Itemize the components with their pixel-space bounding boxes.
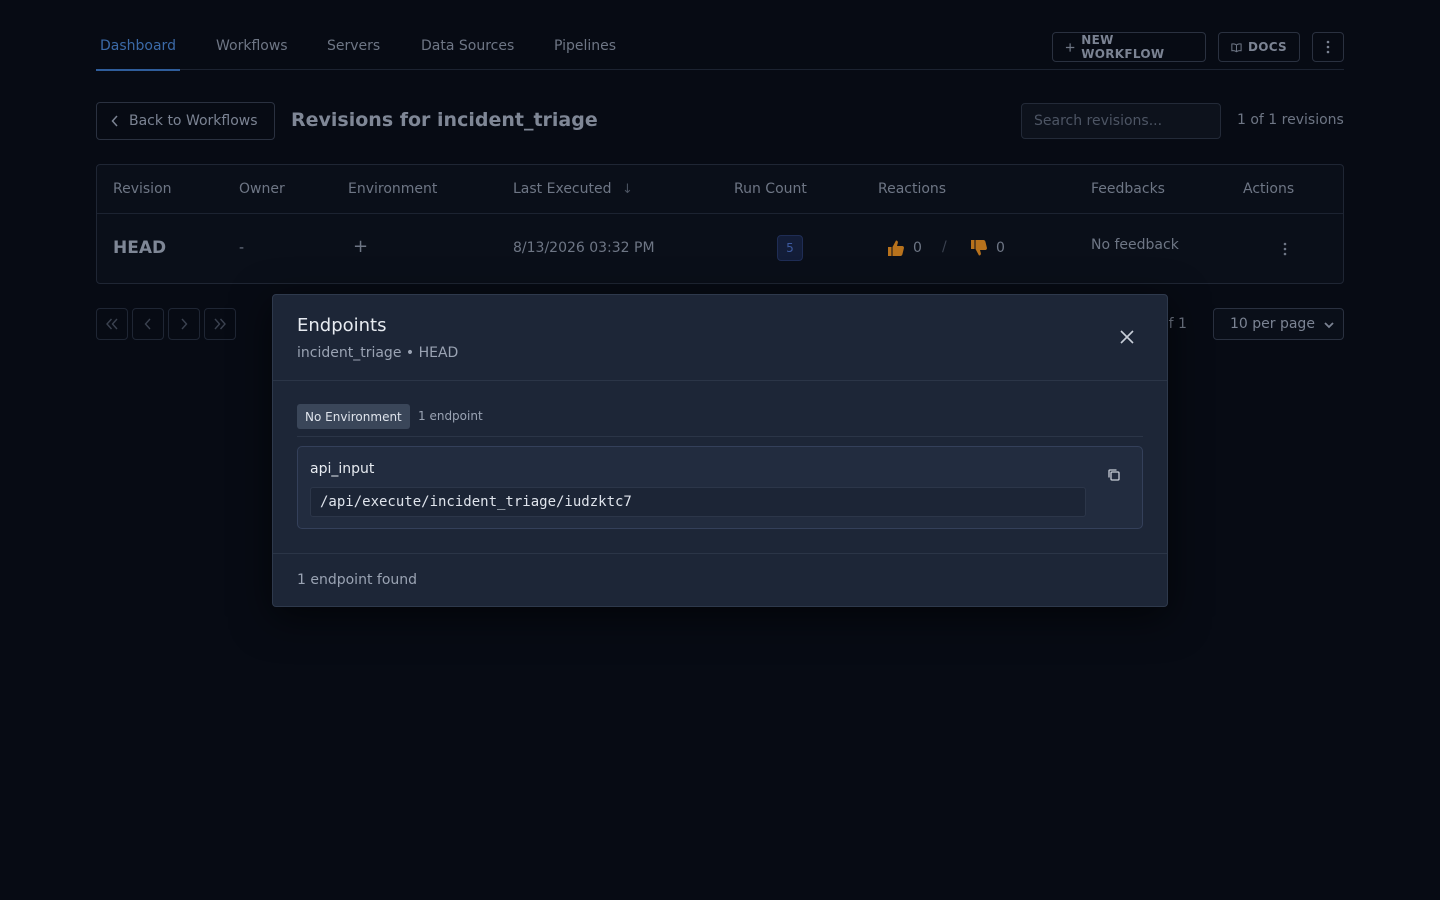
modal-subtitle: incident_triage • HEAD (297, 345, 459, 361)
endpoints-found-text: 1 endpoint found (297, 572, 418, 588)
plus-icon (1065, 42, 1075, 52)
sort-desc-icon: ↓ (621, 182, 633, 197)
search-input[interactable] (1021, 103, 1221, 139)
chevron-down-icon (1324, 322, 1334, 329)
environment-endpoint-count: 1 endpoint (418, 409, 483, 423)
docs-button[interactable]: DOCS (1218, 32, 1300, 62)
tab-data-sources[interactable]: Data Sources (421, 38, 514, 70)
thumbs-up-count: 0 (913, 240, 922, 256)
revisions-table: Revision Owner Environment Last Executed… (96, 164, 1344, 284)
back-label: Back to Workflows (129, 113, 258, 129)
column-header-feedbacks[interactable]: Feedbacks (1091, 181, 1165, 197)
column-header-actions: Actions (1243, 181, 1295, 197)
tab-servers[interactable]: Servers (327, 38, 380, 70)
top-nav: Dashboard Workflows Servers Data Sources… (96, 24, 1344, 71)
endpoint-path[interactable]: /api/execute/incident_triage/iudzktc7 (310, 487, 1086, 517)
chevrons-left-icon (106, 318, 118, 330)
thumbs-down-button[interactable]: 0 (970, 239, 1005, 257)
column-header-owner[interactable]: Owner (239, 181, 285, 197)
more-menu-button[interactable] (1312, 32, 1344, 62)
revision-count: 1 of 1 revisions (1237, 112, 1344, 128)
per-page-value: 10 per page (1230, 316, 1315, 332)
column-header-run-count[interactable]: Run Count (734, 181, 807, 197)
divider (297, 436, 1143, 437)
chevrons-right-icon (214, 318, 226, 330)
chevron-left-icon (111, 115, 118, 127)
chevron-right-icon (181, 318, 188, 330)
docs-label: DOCS (1247, 40, 1287, 54)
run-count-badge[interactable]: 5 (777, 235, 803, 261)
tab-dashboard[interactable]: Dashboard (96, 38, 180, 71)
row-actions-button[interactable] (1277, 239, 1293, 259)
feedback-cell: No feedback (1091, 237, 1179, 253)
column-header-environment[interactable]: Environment (348, 181, 437, 197)
back-to-workflows-button[interactable]: Back to Workflows (96, 102, 275, 140)
table-header: Revision Owner Environment Last Executed… (97, 165, 1343, 214)
copy-icon[interactable] (1106, 467, 1122, 483)
reaction-separator: / (942, 239, 947, 255)
modal-footer: 1 endpoint found (273, 553, 1167, 608)
last-page-button[interactable] (204, 308, 236, 340)
endpoint-name: api_input (310, 461, 375, 477)
chevron-left-icon (144, 318, 151, 330)
kebab-icon (1326, 40, 1330, 54)
modal-title: Endpoints (297, 315, 387, 336)
thumbs-down-count: 0 (996, 240, 1005, 256)
close-icon[interactable] (1117, 327, 1137, 347)
add-environment-button[interactable]: + (353, 236, 368, 257)
new-workflow-button[interactable]: NEW WORKFLOW (1052, 32, 1206, 62)
revision-cell[interactable]: HEAD (113, 238, 166, 258)
book-icon (1231, 42, 1242, 52)
thumbs-up-button[interactable]: 0 (887, 239, 922, 257)
owner-cell: - (239, 240, 245, 256)
endpoints-modal: Endpoints incident_triage • HEAD No Envi… (272, 294, 1168, 607)
modal-header: Endpoints incident_triage • HEAD (273, 295, 1167, 381)
thumbs-down-icon (971, 240, 987, 256)
endpoint-card: api_input /api/execute/incident_triage/i… (297, 446, 1143, 529)
environment-chip: No Environment (297, 404, 410, 429)
column-header-revision[interactable]: Revision (113, 181, 172, 197)
new-workflow-label: NEW WORKFLOW (1081, 33, 1165, 61)
prev-page-button[interactable] (132, 308, 164, 340)
tab-workflows[interactable]: Workflows (216, 38, 288, 70)
last-executed-cell: 8/13/2026 03:32 PM (513, 240, 655, 256)
per-page-select[interactable]: 10 per page (1213, 308, 1344, 340)
column-header-reactions[interactable]: Reactions (878, 181, 946, 197)
thumbs-up-icon (888, 240, 904, 256)
column-header-last-executed[interactable]: Last Executed ↓ (513, 181, 633, 197)
tab-pipelines[interactable]: Pipelines (554, 38, 616, 70)
page-title: Revisions for incident_triage (291, 109, 598, 131)
next-page-button[interactable] (168, 308, 200, 340)
kebab-icon (1283, 242, 1287, 256)
last-executed-label: Last Executed (513, 181, 612, 197)
first-page-button[interactable] (96, 308, 128, 340)
